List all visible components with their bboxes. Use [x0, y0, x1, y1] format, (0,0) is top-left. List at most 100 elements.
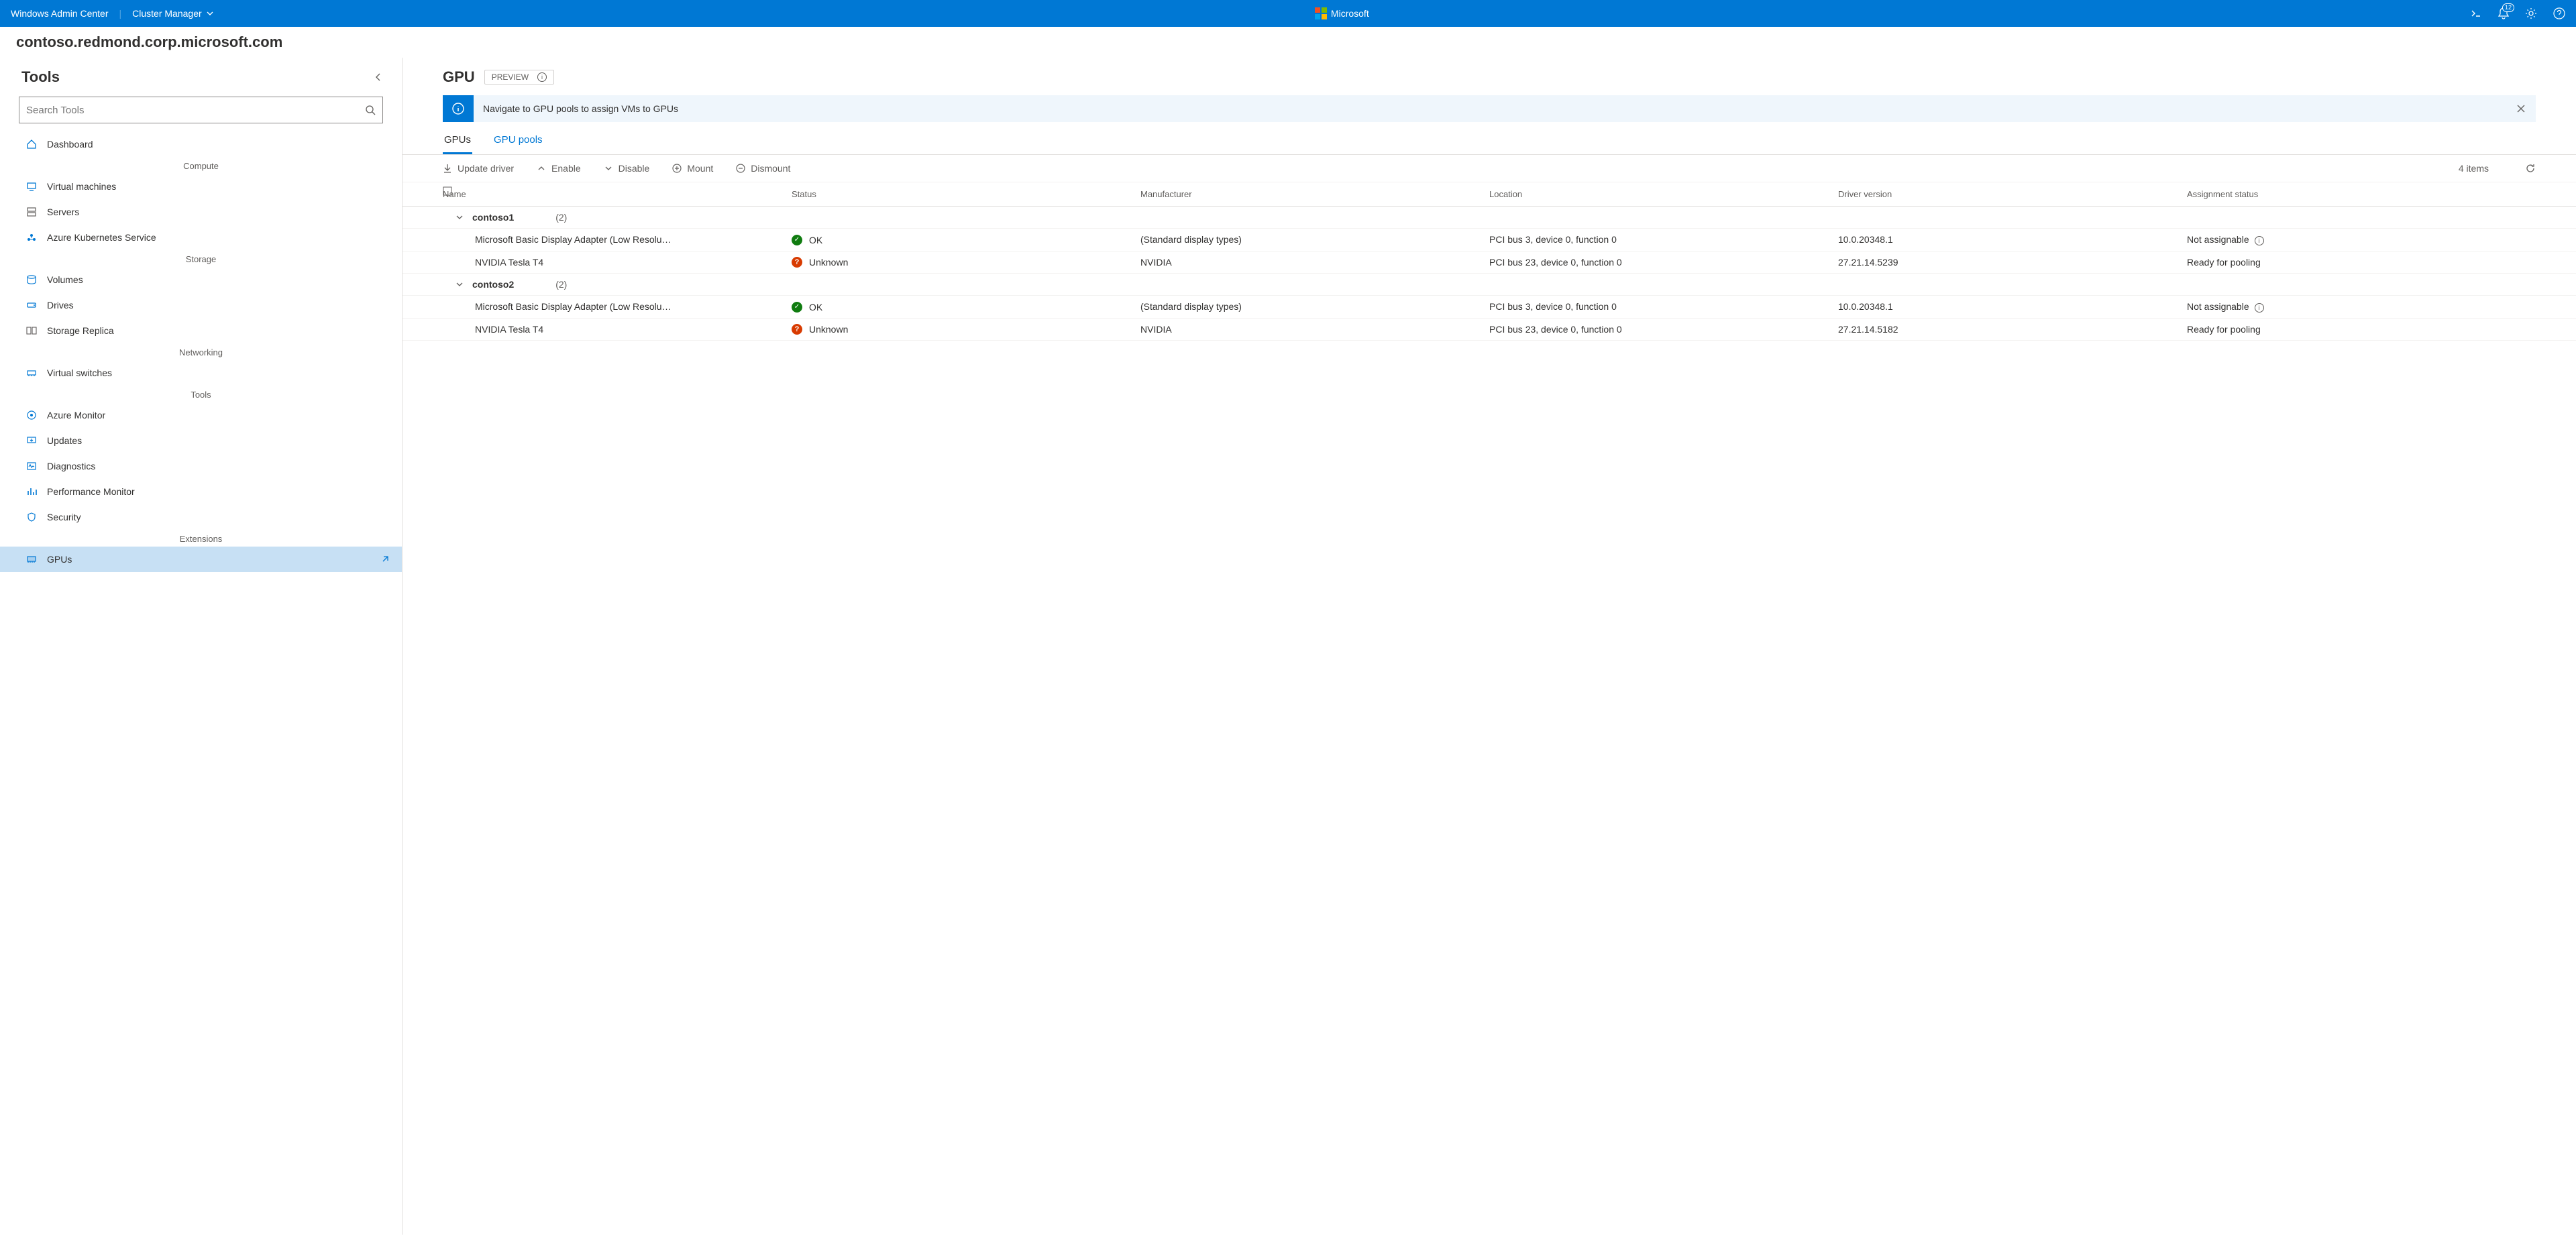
table-row[interactable]: NVIDIA Tesla T4?UnknownNVIDIAPCI bus 23,…: [402, 319, 2576, 341]
cell-assignment: Ready for pooling: [2187, 257, 2536, 268]
app-bar: Windows Admin Center | Cluster Manager M…: [0, 0, 2576, 27]
sidebar-item-label: Volumes: [47, 274, 83, 285]
sidebar-item-azure-monitor[interactable]: Azure Monitor: [0, 402, 402, 428]
cell-assignment: Ready for pooling: [2187, 324, 2536, 335]
table-row[interactable]: Microsoft Basic Display Adapter (Low Res…: [402, 229, 2576, 251]
group-row[interactable]: contoso1(2): [402, 207, 2576, 229]
context-switcher[interactable]: Cluster Manager: [132, 8, 214, 19]
sidebar-item-label: Drives: [47, 300, 74, 311]
cloud-shell-icon[interactable]: [2470, 7, 2482, 19]
sidebar-item-aks[interactable]: Azure Kubernetes Service: [0, 225, 402, 250]
sidebar-item-label: Virtual machines: [47, 181, 116, 192]
cell-driver: 27.21.14.5182: [1838, 324, 2187, 335]
cell-driver: 10.0.20348.1: [1838, 301, 2187, 313]
sidebar-item-label: Servers: [47, 207, 79, 217]
chevron-down-icon: [456, 281, 463, 288]
select-all-checkbox[interactable]: [402, 186, 443, 202]
toolbar-label: Mount: [687, 163, 713, 174]
nav-group-label: Networking: [0, 343, 402, 360]
tab-gpu-pools[interactable]: GPU pools: [492, 134, 544, 154]
preview-label: PREVIEW: [492, 72, 529, 82]
sidebar-item-label: Azure Monitor: [47, 410, 105, 420]
cell-location: PCI bus 23, device 0, function 0: [1489, 324, 1838, 335]
banner-close-icon[interactable]: [2506, 95, 2536, 122]
collapse-sidebar-icon[interactable]: [374, 72, 383, 82]
tab-gpus[interactable]: GPUs: [443, 134, 472, 154]
preview-badge: PREVIEW i: [484, 70, 554, 85]
disable-button[interactable]: Disable: [604, 163, 650, 174]
sidebar-item-label: Diagnostics: [47, 461, 95, 471]
sidebar-item-storage-replica[interactable]: Storage Replica: [0, 318, 402, 343]
sidebar-item-label: Updates: [47, 435, 82, 446]
help-icon[interactable]: [2553, 7, 2565, 19]
group-row[interactable]: contoso2(2): [402, 274, 2576, 296]
enable-button[interactable]: Enable: [537, 163, 581, 174]
volumes-icon: [25, 274, 38, 286]
col-status[interactable]: Status: [792, 186, 1140, 202]
cell-name: NVIDIA Tesla T4: [443, 257, 792, 268]
table-row[interactable]: NVIDIA Tesla T4?UnknownNVIDIAPCI bus 23,…: [402, 251, 2576, 274]
chevron-down-icon: [456, 214, 463, 221]
dismount-button[interactable]: Dismount: [736, 163, 790, 174]
gpu-table: Name Status Manufacturer Location Driver…: [402, 182, 2576, 1235]
mount-button[interactable]: Mount: [672, 163, 713, 174]
sidebar-item-perfmon[interactable]: Performance Monitor: [0, 479, 402, 504]
status-ok-icon: ✓: [792, 235, 802, 245]
sidebar-item-diagnostics[interactable]: Diagnostics: [0, 453, 402, 479]
sidebar-item-label: GPUs: [47, 554, 72, 565]
product-title[interactable]: Windows Admin Center: [11, 8, 109, 19]
sidebar-item-gpus[interactable]: GPUs: [0, 547, 402, 572]
col-driver[interactable]: Driver version: [1838, 186, 2187, 202]
toolbar-label: Enable: [551, 163, 581, 174]
tabs: GPUs GPU pools: [402, 122, 2576, 155]
banner-text: Navigate to GPU pools to assign VMs to G…: [474, 95, 2506, 122]
sidebar-item-servers[interactable]: Servers: [0, 199, 402, 225]
sidebar-item-vswitches[interactable]: Virtual switches: [0, 360, 402, 386]
sidebar-item-dashboard[interactable]: Dashboard: [0, 131, 402, 157]
col-name[interactable]: Name: [443, 186, 792, 202]
sidebar-item-drives[interactable]: Drives: [0, 292, 402, 318]
notification-badge: 12: [2502, 3, 2514, 12]
chevron-down-icon: [604, 164, 613, 173]
cell-manufacturer: (Standard display types): [1140, 301, 1489, 313]
search-input-field[interactable]: [26, 105, 365, 116]
info-icon[interactable]: i: [2255, 303, 2264, 313]
settings-icon[interactable]: [2525, 7, 2537, 19]
plus-circle-icon: [672, 164, 682, 173]
col-assignment[interactable]: Assignment status: [2187, 186, 2536, 202]
toolbar: Update driver Enable Disable Mount: [402, 155, 2576, 182]
sidebar-item-volumes[interactable]: Volumes: [0, 267, 402, 292]
cell-manufacturer: NVIDIA: [1140, 324, 1489, 335]
info-icon[interactable]: i: [2255, 236, 2264, 245]
group-name: contoso2: [472, 279, 514, 290]
drives-icon: [25, 299, 38, 311]
vms-icon: [25, 180, 38, 192]
sidebar-item-label: Azure Kubernetes Service: [47, 232, 156, 243]
page-title: GPU: [443, 68, 475, 86]
cell-name: Microsoft Basic Display Adapter (Low Res…: [443, 234, 792, 245]
banner-info-icon: [443, 95, 474, 122]
sidebar-item-vms[interactable]: Virtual machines: [0, 174, 402, 199]
refresh-button[interactable]: [2525, 163, 2536, 174]
cell-status: ✓OK: [792, 234, 1140, 245]
cell-manufacturer: (Standard display types): [1140, 234, 1489, 245]
sidebar-item-updates[interactable]: Updates: [0, 428, 402, 453]
update-driver-button[interactable]: Update driver: [443, 163, 514, 174]
minus-circle-icon: [736, 164, 745, 173]
divider: |: [119, 8, 122, 19]
notifications-icon[interactable]: 12: [2498, 7, 2509, 19]
info-icon[interactable]: i: [537, 72, 547, 82]
dashboard-icon: [25, 138, 38, 150]
servers-icon: [25, 206, 38, 218]
brand-label: Microsoft: [1331, 8, 1369, 19]
sidebar-item-security[interactable]: Security: [0, 504, 402, 530]
table-row[interactable]: Microsoft Basic Display Adapter (Low Res…: [402, 296, 2576, 319]
status-ok-icon: ✓: [792, 302, 802, 313]
search-tools-input[interactable]: [19, 97, 383, 123]
col-manufacturer[interactable]: Manufacturer: [1140, 186, 1489, 202]
azure-monitor-icon: [25, 409, 38, 421]
chevron-down-icon: [206, 9, 214, 17]
storage-replica-icon: [25, 325, 38, 337]
col-location[interactable]: Location: [1489, 186, 1838, 202]
status-unknown-icon: ?: [792, 257, 802, 268]
